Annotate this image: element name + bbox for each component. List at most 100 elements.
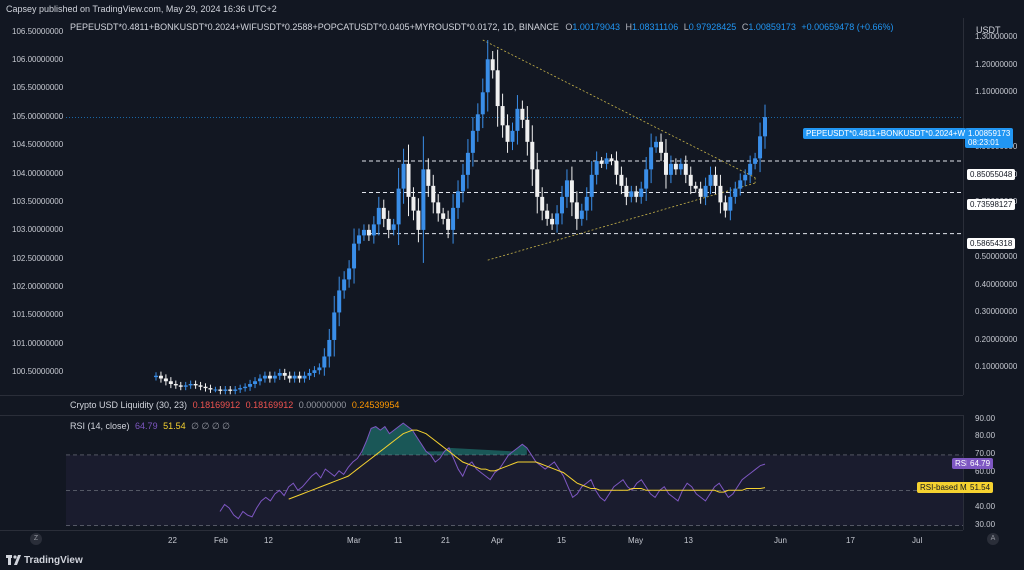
time-axis-label-6: Apr	[491, 536, 504, 545]
candle-body-59	[446, 218, 451, 230]
candle-body-16	[233, 389, 238, 391]
candle-body-14	[223, 389, 228, 391]
candle-body-115	[723, 202, 728, 211]
candle-body-111	[703, 185, 708, 197]
liquidity-pane[interactable]: Crypto USD Liquidity (30, 23) 0.18169912…	[0, 395, 963, 416]
candle-body-52	[411, 196, 416, 211]
zoom-button[interactable]: Z	[30, 533, 42, 545]
level-tag-1: 0.85055048	[967, 169, 1016, 180]
candle-body-45	[376, 207, 381, 225]
candle-body-84	[569, 180, 574, 203]
time-axis-label-3: Mar	[347, 536, 361, 545]
candle-body-61	[456, 191, 461, 208]
level-tag-3: 0.58654318	[967, 238, 1016, 249]
candle-body-21	[257, 378, 262, 382]
candle-body-95	[624, 185, 629, 197]
candle-body-96	[629, 191, 634, 197]
candle-body-5	[178, 385, 183, 387]
candle-body-40	[352, 243, 357, 269]
candle-body-32	[312, 370, 317, 373]
candle-body-103	[663, 152, 668, 175]
candle-body-8	[193, 383, 198, 386]
candle-body-64	[470, 130, 475, 153]
candle-body-117	[733, 188, 738, 197]
time-axis-label-4: 11	[394, 536, 403, 545]
right-axis-label-6: 0.50000000	[975, 252, 1018, 262]
rsi-ma-legend-value: 51.54	[163, 421, 186, 431]
triangle-upper-trendline	[482, 39, 756, 178]
candle-body-49	[396, 188, 401, 225]
candle-body-73	[515, 108, 520, 131]
candle-body-46	[381, 207, 386, 219]
candle-body-62	[460, 174, 465, 192]
rsi-chart[interactable]	[0, 415, 963, 531]
symbol-title: PEPEUSDT*0.4811+BONKUSDT*0.2024+WIFUSDT*…	[70, 22, 559, 32]
candle-body-108	[688, 174, 693, 186]
candle-body-88	[589, 174, 594, 197]
candle-body-13	[218, 389, 223, 391]
candle-body-2	[163, 378, 168, 382]
left-axis-label-8: 102.50000000	[12, 254, 64, 263]
candle-body-78	[540, 196, 545, 211]
candle-body-102	[659, 141, 664, 153]
left-axis-label-12: 100.50000000	[12, 367, 64, 376]
left-axis-label-10: 101.50000000	[12, 310, 64, 319]
liquidity-value-4: 0.24539954	[351, 400, 400, 410]
left-axis-label-4: 104.50000000	[12, 140, 64, 149]
candle-body-75	[525, 119, 530, 142]
left-axis-label-6: 103.50000000	[12, 197, 64, 206]
candle-body-38	[342, 279, 347, 291]
right-axis-label-7: 0.40000000	[975, 279, 1018, 289]
candle-body-31	[307, 372, 312, 376]
candle-body-4	[173, 383, 178, 386]
candle-body-79	[545, 210, 550, 219]
time-axis-label-2: 12	[264, 536, 273, 545]
time-axis-label-12: Jul	[912, 536, 923, 545]
rsi-axis[interactable]: 90.00 80.00 70.00 60.00 40.00 30.00	[963, 414, 1024, 530]
left-axis-label-3: 105.00000000	[12, 112, 64, 121]
high-value: 1.08311106	[631, 22, 679, 32]
candle-body-92	[609, 158, 614, 162]
candle-body-109	[693, 185, 698, 189]
bar-countdown: 08:23:01	[968, 138, 1000, 147]
tradingview-logo-icon	[6, 555, 21, 565]
open-value: 1.00179043	[572, 22, 620, 32]
liquidity-value-3: 0.00000000	[298, 400, 347, 410]
candle-body-9	[198, 385, 203, 387]
rsi-ma-tag-value: 51.54	[967, 482, 994, 493]
rsi-axis-label-5: 30.00	[975, 519, 996, 529]
right-axis-label-0: 1.30000000	[975, 32, 1018, 42]
candle-body-97	[634, 191, 639, 197]
candle-body-113	[713, 174, 718, 186]
candle-body-30	[302, 375, 307, 379]
candle-body-54	[421, 169, 426, 230]
time-axis-label-9: 13	[684, 536, 693, 545]
candle-body-50	[401, 163, 406, 189]
candle-body-106	[678, 163, 683, 170]
time-axis-label-1: Feb	[214, 536, 228, 545]
candle-body-74	[520, 108, 525, 120]
candle-body-107	[683, 163, 688, 175]
left-axis-label-9: 102.00000000	[12, 282, 64, 291]
candle-body-60	[451, 207, 456, 230]
candle-body-25	[277, 372, 282, 376]
candle-body-66	[480, 92, 485, 115]
candle-body-110	[698, 188, 703, 197]
candle-body-123	[763, 117, 767, 137]
candle-body-7	[188, 383, 193, 386]
auto-scale-button[interactable]: A	[987, 533, 999, 545]
time-axis[interactable]: 22 Feb 12 Mar 11 21 Apr 15 May 13 Jun 17 Jul	[0, 530, 963, 553]
candle-body-86	[579, 210, 584, 219]
candle-body-90	[599, 161, 604, 164]
rsi-tag-value: 64.79	[967, 458, 994, 469]
time-axis-label-7: 15	[557, 536, 566, 545]
rsi-axis-label-1: 80.00	[975, 431, 996, 441]
left-axis-label-1: 106.00000000	[12, 55, 64, 64]
candle-body-122	[758, 136, 763, 159]
right-axis-label-1: 1.20000000	[975, 59, 1018, 69]
candle-body-99	[644, 169, 649, 189]
candle-body-39	[347, 268, 352, 280]
price-chart[interactable]	[0, 18, 963, 395]
candle-body-71	[505, 125, 510, 142]
candle-body-116	[728, 196, 733, 211]
